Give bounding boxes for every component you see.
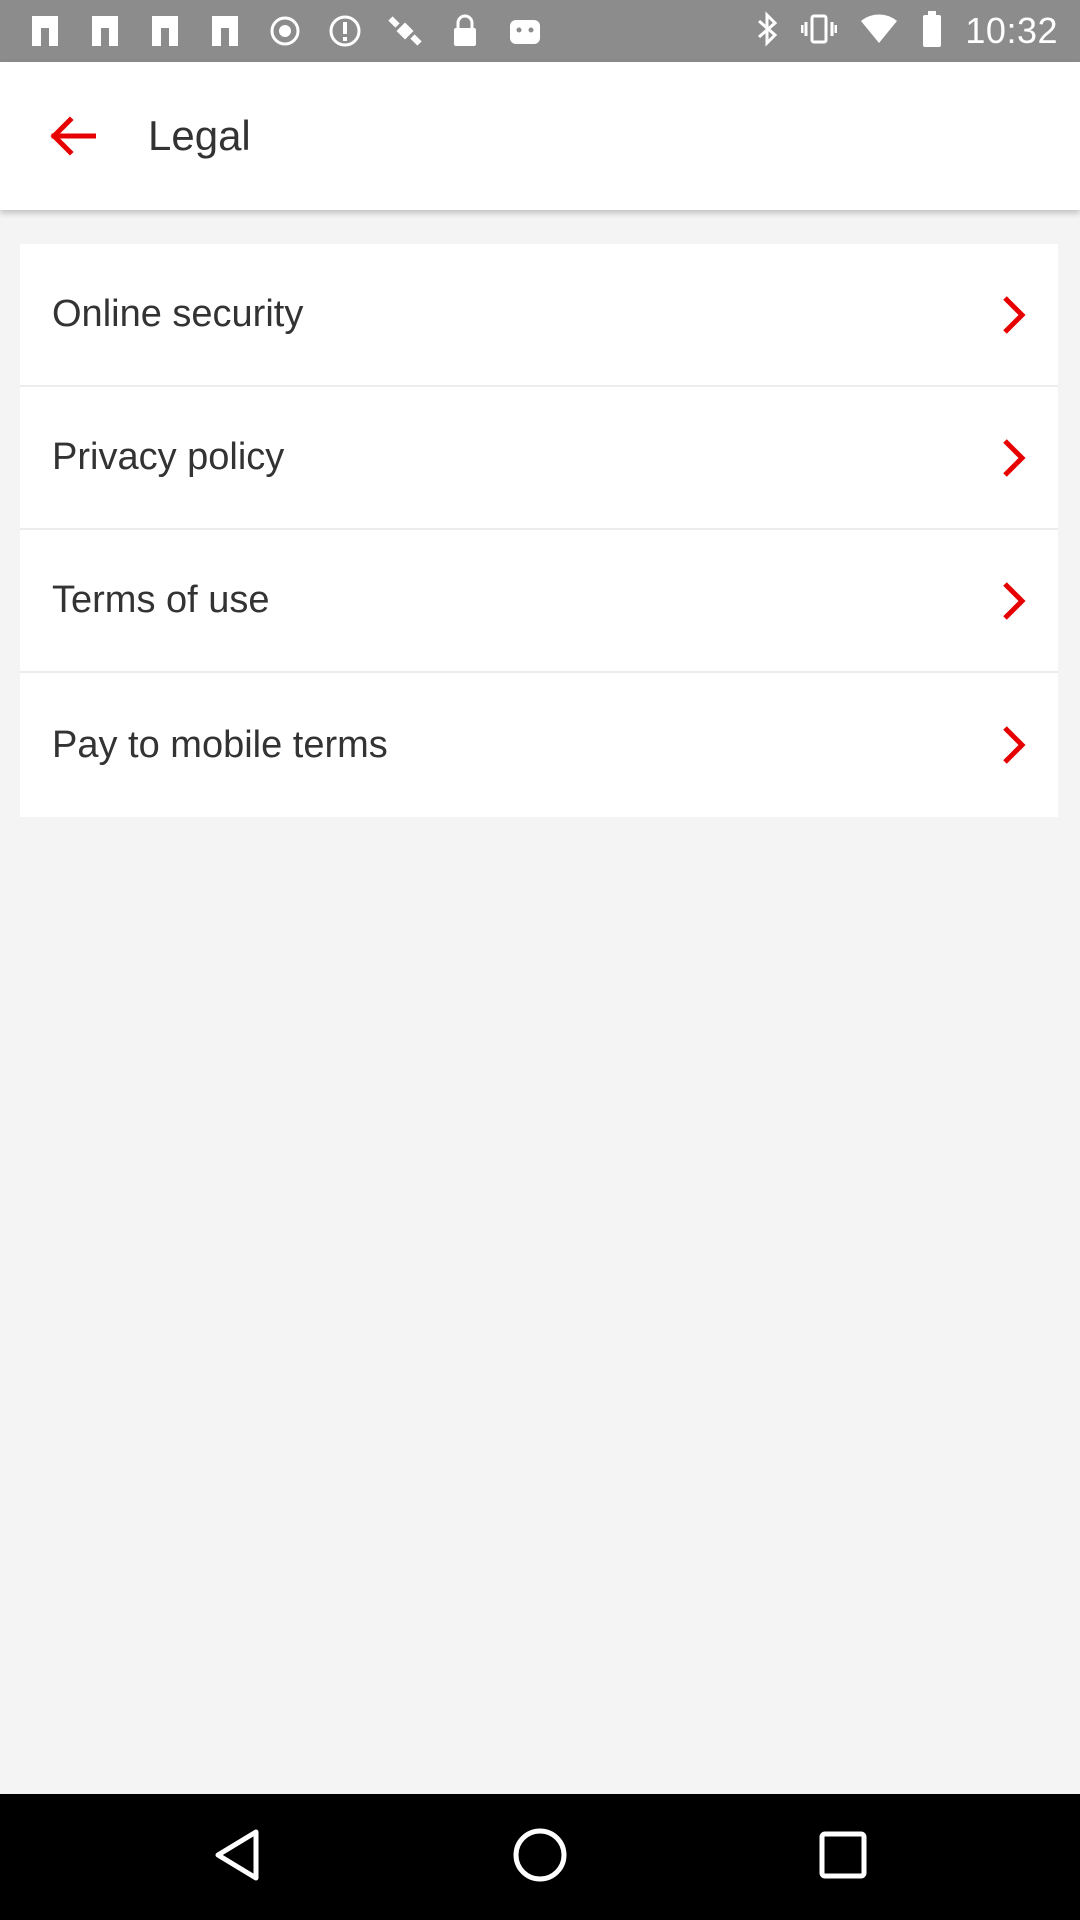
android-icon (506, 12, 544, 50)
status-bar: 10:32 (0, 0, 1080, 62)
nav-recents-button[interactable] (810, 1824, 876, 1890)
bluetooth-icon (755, 10, 779, 52)
notification-icon (86, 12, 124, 50)
status-right-icons: 10:32 (755, 0, 1058, 62)
notification-icon (206, 12, 244, 50)
list-item-label: Online security (52, 293, 304, 335)
list-item-terms-of-use[interactable]: Terms of use (20, 530, 1058, 673)
app-bar: Legal (0, 62, 1080, 210)
back-arrow-icon (48, 115, 97, 161)
satellite-icon (386, 12, 424, 50)
chevron-right-icon (994, 433, 1034, 483)
list-item-label: Pay to mobile terms (52, 723, 388, 766)
record-icon (266, 12, 304, 50)
back-triangle-icon (212, 1828, 262, 1887)
system-nav-bar (0, 1794, 1080, 1920)
legal-list: Online security Privacy policy Terms of … (20, 244, 1058, 817)
wifi-icon (859, 13, 899, 50)
nav-back-button[interactable] (204, 1824, 270, 1890)
alert-icon (326, 12, 364, 50)
nav-home-button[interactable] (507, 1824, 573, 1890)
back-button[interactable] (30, 96, 114, 180)
vibrate-icon (800, 12, 838, 51)
list-item-label: Terms of use (52, 579, 270, 621)
list-item-label: Privacy policy (52, 436, 285, 478)
status-left-icons (26, 0, 544, 62)
list-item-privacy-policy[interactable]: Privacy policy (20, 387, 1058, 530)
battery-icon (921, 10, 943, 53)
chevron-right-icon (994, 576, 1034, 626)
notification-icon (146, 12, 184, 50)
chevron-right-icon (994, 290, 1034, 340)
recents-square-icon (818, 1830, 868, 1885)
list-item-online-security[interactable]: Online security (20, 244, 1058, 387)
home-circle-icon (512, 1827, 568, 1888)
status-time: 10:32 (965, 10, 1058, 51)
list-item-pay-to-mobile-terms[interactable]: Pay to mobile terms (20, 673, 1058, 817)
page-title: Legal (148, 112, 251, 159)
notification-icon (26, 12, 64, 50)
chevron-right-icon (994, 720, 1034, 770)
lock-icon (446, 12, 484, 50)
